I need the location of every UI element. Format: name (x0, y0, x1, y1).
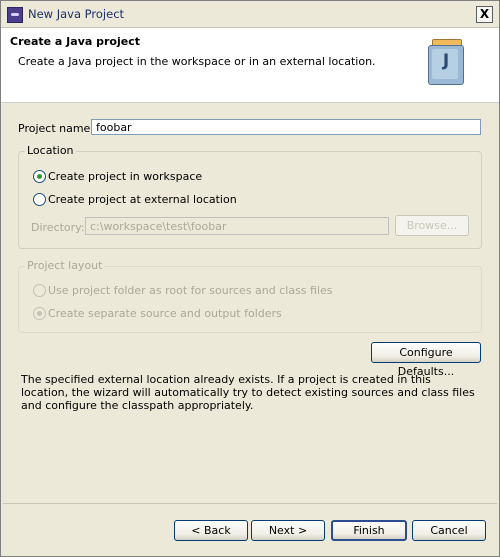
browse-button[interactable]: Browse... (395, 215, 469, 236)
radio-create-at-external[interactable] (33, 193, 46, 206)
wizard-title: Create a Java project (10, 35, 140, 48)
directory-input[interactable]: c:\workspace\test\foobar (85, 217, 389, 235)
project-layout-group: Project layout (18, 259, 482, 333)
wizard-header: Create a Java project Create a Java proj… (1, 28, 499, 103)
project-name-input[interactable]: foobar (91, 119, 481, 135)
info-message: The specified external location already … (21, 373, 475, 412)
cancel-button[interactable]: Cancel (412, 520, 486, 541)
back-button[interactable]: < Back (174, 520, 248, 541)
next-button[interactable]: Next > (251, 520, 325, 541)
create-in-workspace-label[interactable]: Create project in workspace (48, 170, 202, 183)
project-name-label: Project name: (18, 122, 95, 135)
project-layout-group-label: Project layout (25, 259, 105, 272)
close-button[interactable]: X (476, 6, 493, 23)
radio-use-project-folder[interactable] (33, 284, 46, 297)
java-icon-letter: J (442, 51, 450, 71)
radio-separate-folders[interactable] (33, 307, 46, 320)
radio-create-in-workspace[interactable] (33, 170, 46, 183)
java-project-icon: J (428, 39, 464, 85)
title-bar[interactable]: New Java Project X (1, 1, 499, 28)
new-java-project-dialog: New Java Project X Create a Java project… (0, 0, 500, 557)
finish-button[interactable]: Finish (331, 520, 407, 541)
eclipse-icon (7, 7, 23, 23)
location-group-label: Location (25, 144, 76, 157)
create-at-external-label[interactable]: Create project at external location (48, 193, 237, 206)
configure-defaults-button[interactable]: Configure Defaults... (371, 342, 481, 378)
directory-label: Directory: (31, 221, 85, 234)
separate-folders-label[interactable]: Create separate source and output folder… (48, 307, 282, 320)
window-title: New Java Project (28, 7, 125, 21)
wizard-description: Create a Java project in the workspace o… (18, 55, 376, 68)
footer-divider (3, 503, 497, 504)
use-project-folder-label[interactable]: Use project folder as root for sources a… (48, 284, 333, 297)
